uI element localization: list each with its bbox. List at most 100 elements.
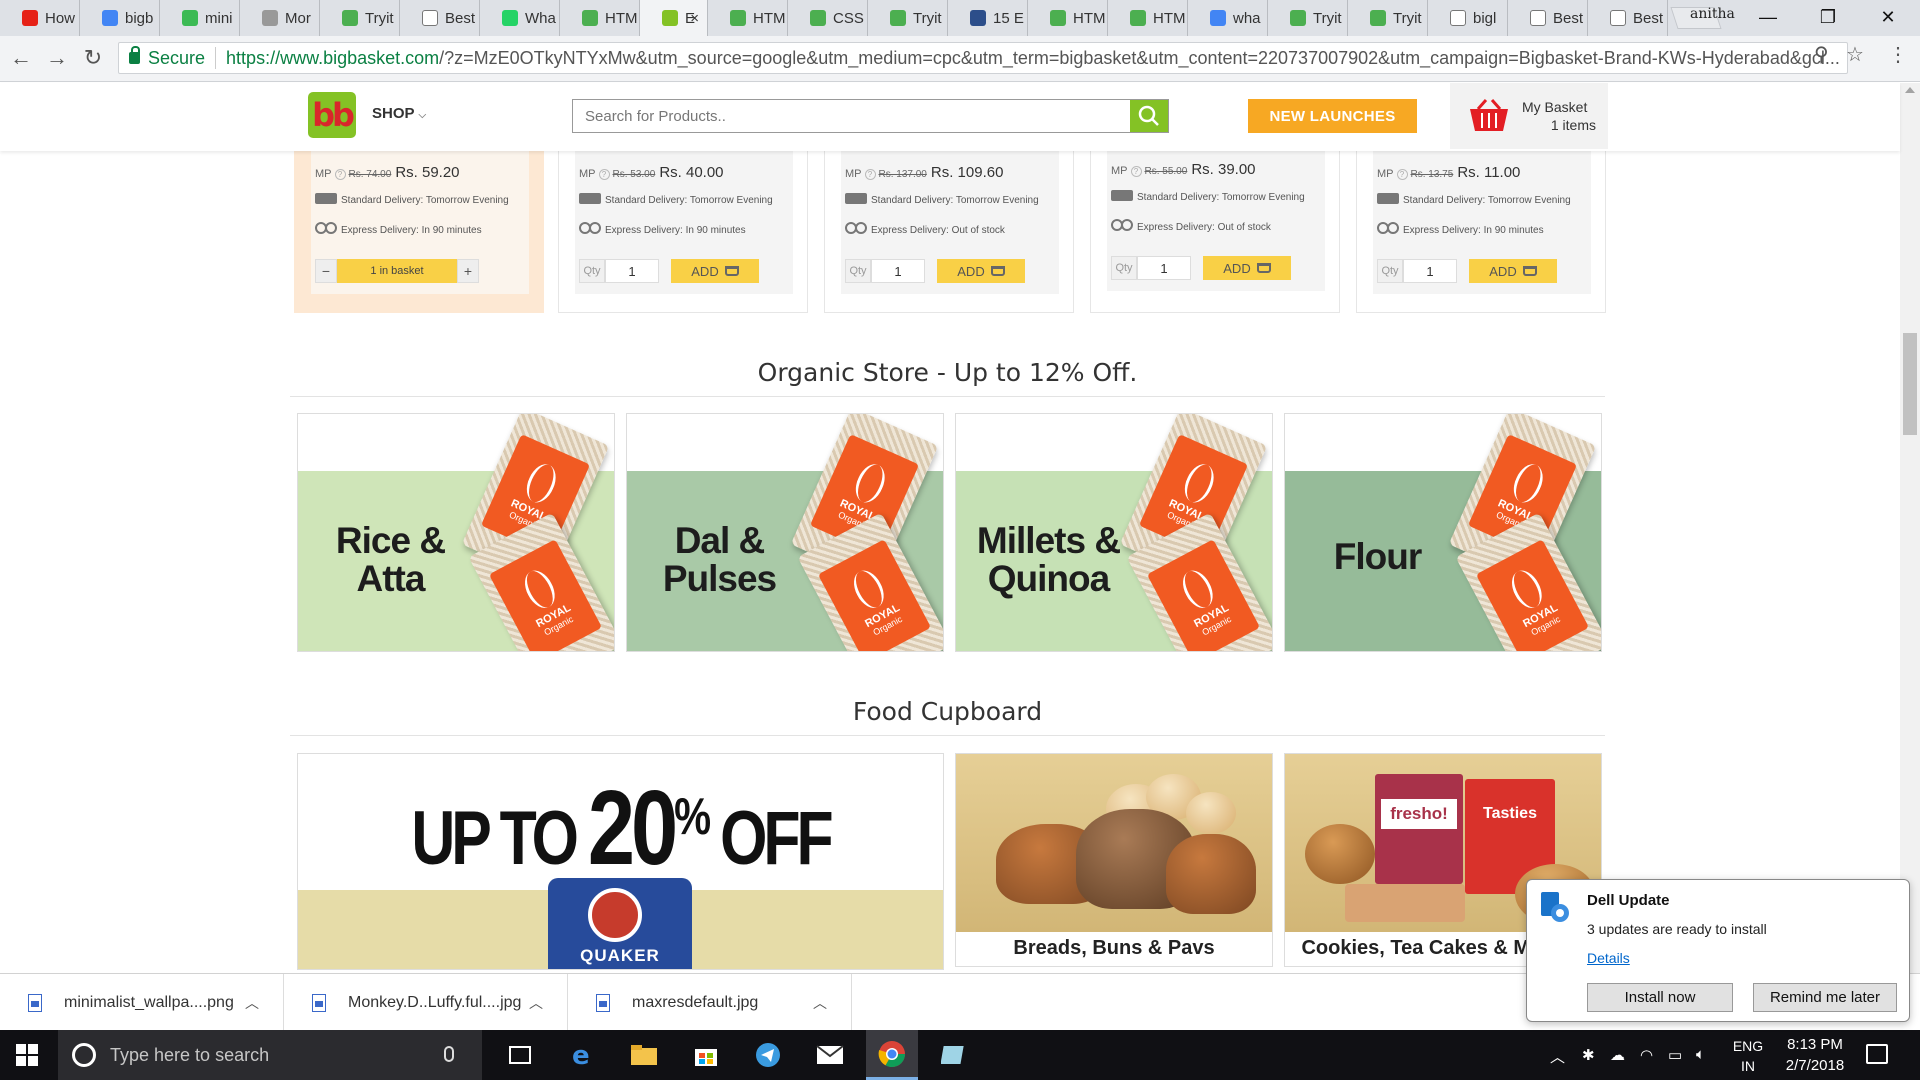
category-tile-breads[interactable]: Breads, Buns & Pavs — [955, 753, 1273, 967]
mail-icon[interactable] — [804, 1030, 856, 1080]
search-button[interactable] — [1130, 100, 1168, 132]
browser-tab[interactable]: How — [0, 0, 80, 36]
organic-category-tile[interactable]: ROYAL Organic ROYAL Organic Dal & Pulses — [626, 413, 944, 652]
browser-tab[interactable]: HTM — [1108, 0, 1188, 36]
standard-delivery: Standard Delivery: Tomorrow Evening — [845, 193, 1055, 208]
download-item[interactable]: minimalist_wallpa....png ︿ — [0, 974, 284, 1031]
windows-start-icon[interactable] — [16, 1044, 38, 1066]
browser-tab[interactable]: HTM — [708, 0, 788, 36]
tray-chevron-up-icon[interactable]: ︿ — [1550, 1046, 1565, 1067]
forward-arrow-icon[interactable]: → — [44, 45, 70, 71]
chevron-up-icon[interactable]: ︿ — [813, 993, 827, 1013]
browser-tab[interactable]: mini — [160, 0, 240, 36]
tab-label: Wha — [525, 9, 556, 27]
info-icon[interactable]: ? — [1396, 168, 1408, 180]
shop-menu[interactable]: SHOP ⌵ — [372, 105, 426, 122]
browser-tab[interactable]: Best — [1588, 0, 1668, 36]
telegram-icon[interactable] — [742, 1030, 794, 1080]
scrollbar-thumb[interactable] — [1903, 333, 1917, 435]
microphone-icon[interactable] — [444, 1046, 454, 1062]
chevron-up-icon[interactable]: ︿ — [529, 993, 543, 1013]
browser-tab[interactable]: Tryit — [1348, 0, 1428, 36]
bluetooth-icon[interactable]: ✱ — [1582, 1046, 1595, 1064]
scroll-up-arrow-icon[interactable] — [1905, 87, 1915, 93]
remind-later-button[interactable]: Remind me later — [1753, 983, 1897, 1012]
page-icon — [1450, 10, 1466, 26]
browser-tab[interactable]: Tryit — [320, 0, 400, 36]
browser-tab[interactable]: CSS — [788, 0, 868, 36]
profile-name[interactable]: anitha — [1690, 6, 1735, 22]
add-to-basket-button[interactable]: ADD — [1469, 259, 1557, 283]
taskbar-search-box[interactable]: Type here to search — [58, 1030, 482, 1080]
organic-category-tile[interactable]: ROYAL Organic ROYAL Organic Rice & Atta — [297, 413, 615, 652]
download-filename: maxresdefault.jpg — [632, 993, 759, 1011]
browser-tab[interactable]: HTM — [560, 0, 640, 36]
browser-tab[interactable]: Best — [400, 0, 480, 36]
browser-tab[interactable]: Tryit — [1268, 0, 1348, 36]
action-center-icon[interactable] — [1866, 1044, 1888, 1064]
browser-tab[interactable]: Wha — [480, 0, 560, 36]
url-input[interactable]: Secure https://www.bigbasket.com/?z=MzE0… — [118, 42, 1848, 74]
info-icon[interactable]: ? — [334, 168, 346, 180]
browser-tab[interactable]: E × — [640, 0, 708, 36]
browser-tab[interactable]: HTM — [1028, 0, 1108, 36]
battery-icon[interactable]: ▭ — [1668, 1046, 1682, 1064]
increase-quantity-button[interactable]: + — [457, 259, 479, 283]
store-icon[interactable] — [680, 1030, 732, 1080]
browser-tab[interactable]: Mor — [240, 0, 320, 36]
install-now-button[interactable]: Install now — [1587, 983, 1733, 1012]
qty-input[interactable]: 1 — [1403, 259, 1457, 283]
add-to-basket-button[interactable]: ADD — [937, 259, 1025, 283]
download-item[interactable]: Monkey.D..Luffy.ful....jpg ︿ — [284, 974, 568, 1031]
back-arrow-icon[interactable]: ← — [8, 45, 34, 71]
qty-input[interactable]: 1 — [871, 259, 925, 283]
organic-category-tile[interactable]: ROYAL Organic ROYAL Organic Millets & Quinoa — [955, 413, 1273, 652]
toast-details-link[interactable]: Details — [1587, 950, 1630, 966]
browser-tab[interactable]: wha — [1188, 0, 1268, 36]
product-search-input[interactable] — [573, 100, 1130, 132]
quaker-logo-icon — [588, 888, 642, 942]
info-icon[interactable]: ? — [864, 168, 876, 180]
bigbasket-logo[interactable]: bb — [308, 92, 356, 138]
add-to-basket-button[interactable]: ADD — [671, 259, 759, 283]
zoom-icon[interactable]: ⚲ — [1814, 42, 1829, 67]
reload-icon[interactable]: ↻ — [80, 45, 106, 71]
organic-category-tile[interactable]: ROYAL Organic ROYAL Organic Flour — [1284, 413, 1602, 652]
w3-icon — [1290, 10, 1306, 26]
bookmark-star-icon[interactable]: ☆ — [1846, 42, 1864, 67]
file-explorer-icon[interactable] — [618, 1030, 670, 1080]
decrease-quantity-button[interactable]: − — [315, 259, 337, 283]
browser-tab[interactable]: 15 E — [948, 0, 1028, 36]
oats-promo-banner[interactable]: UP TO 20% OFF QUAKER — [297, 753, 944, 970]
close-tab-icon[interactable]: × — [690, 10, 699, 27]
minimize-button[interactable]: — — [1748, 4, 1788, 32]
taskbar-clock[interactable]: 8:13 PM 2/7/2018 — [1760, 1034, 1870, 1076]
browser-tab[interactable]: bigb — [80, 0, 160, 36]
page-icon — [1530, 10, 1546, 26]
qty-input[interactable]: 1 — [1137, 256, 1191, 280]
my-basket-button[interactable]: My Basket 1 items — [1450, 83, 1608, 149]
task-view-icon[interactable] — [494, 1030, 546, 1080]
qty-input[interactable]: 1 — [605, 259, 659, 283]
onedrive-icon[interactable]: ☁ — [1610, 1046, 1625, 1064]
new-launches-button[interactable]: NEW LAUNCHES — [1248, 99, 1417, 133]
info-icon[interactable]: ? — [598, 168, 610, 180]
page-scrollbar[interactable] — [1900, 83, 1920, 973]
restore-button[interactable]: ❐ — [1808, 4, 1848, 32]
volume-icon[interactable]: 🔈︎ — [1696, 1046, 1705, 1063]
product-card: MP? Rs. 53.00 Rs. 40.00 Standard Delivery:… — [558, 151, 808, 313]
add-to-basket-button[interactable]: ADD — [1203, 256, 1291, 280]
wifi-icon[interactable]: ◠ — [1640, 1046, 1653, 1064]
download-item[interactable]: maxresdefault.jpg ︿ — [568, 974, 852, 1031]
edge-icon[interactable]: e — [556, 1030, 608, 1080]
menu-icon[interactable]: ⋮ — [1888, 42, 1908, 67]
info-icon[interactable]: ? — [1130, 165, 1142, 177]
viewer-app-icon[interactable] — [928, 1030, 980, 1080]
browser-tab[interactable]: Tryit — [868, 0, 948, 36]
close-window-button[interactable]: ✕ — [1868, 4, 1908, 32]
chrome-icon[interactable] — [866, 1030, 918, 1080]
chevron-up-icon[interactable]: ︿ — [245, 993, 259, 1013]
address-bar: ← → ↻ Secure https://www.bigbasket.com/?… — [0, 36, 1920, 82]
browser-tab[interactable]: bigl — [1428, 0, 1508, 36]
browser-tab[interactable]: Best — [1508, 0, 1588, 36]
